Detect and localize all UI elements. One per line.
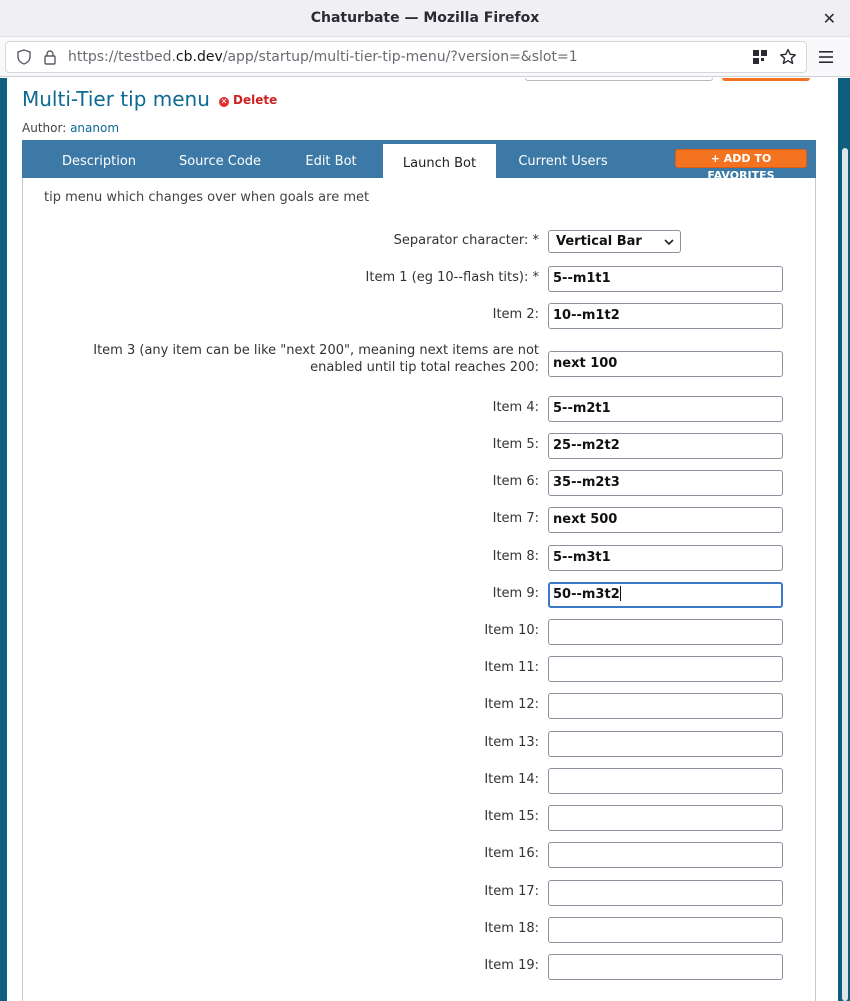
delete-link[interactable]: ✕ Delete <box>219 93 277 107</box>
tab-launch-bot[interactable]: Launch Bot <box>383 144 496 178</box>
lock-icon[interactable] <box>42 49 58 65</box>
delete-icon: ✕ <box>219 97 229 107</box>
item-4-input[interactable]: 5--m2t1 <box>548 396 783 422</box>
header-button-edge[interactable] <box>722 78 810 81</box>
item-11-label: Item 11: <box>484 660 539 675</box>
item-1-value: 5--m1t1 <box>553 271 611 286</box>
item-7-value: next 500 <box>553 512 618 527</box>
url-prefix: https://testbed. <box>68 49 176 65</box>
header-search-field-edge[interactable] <box>525 78 713 81</box>
launch-bot-form: tip menu which changes over when goals a… <box>22 178 816 1001</box>
separator-select[interactable]: Vertical Bar <box>548 230 681 253</box>
separator-value: Vertical Bar <box>556 234 642 249</box>
item-3-value: next 100 <box>553 356 618 371</box>
item-13-input[interactable] <box>548 731 783 757</box>
item-13-label: Item 13: <box>484 735 539 750</box>
item-16-input[interactable] <box>548 842 783 868</box>
item-10-input[interactable] <box>548 619 783 645</box>
item-8-value: 5--m3t1 <box>553 550 611 565</box>
item-1-label: Item 1 (eg 10--flash tits): * <box>365 270 539 285</box>
item-2-value: 10--m1t2 <box>553 308 620 323</box>
url-host: cb.dev <box>175 49 223 65</box>
item-19-input[interactable] <box>548 954 783 980</box>
author-line: Author: ananom <box>22 121 119 135</box>
item-4-value: 5--m2t1 <box>553 401 611 416</box>
separator-label: Separator character: * <box>393 233 539 248</box>
item-12-label: Item 12: <box>484 697 539 712</box>
item-18-label: Item 18: <box>484 921 539 936</box>
item-10-label: Item 10: <box>484 623 539 638</box>
add-to-favorites-button[interactable]: + ADD TO FAVORITES <box>675 149 807 182</box>
item-9-input[interactable]: 50--m3t2 <box>548 582 783 608</box>
item-14-label: Item 14: <box>484 772 539 787</box>
page-viewport: Multi-Tier tip menu ✕ Delete Author: anan… <box>0 78 850 1001</box>
item-5-input[interactable]: 25--m2t2 <box>548 433 783 459</box>
item-6-value: 35--m2t3 <box>553 475 620 490</box>
tab-edit-bot[interactable]: Edit Bot <box>286 140 376 178</box>
page-title: Multi-Tier tip menu <box>22 87 210 111</box>
author-label: Author: <box>22 121 67 135</box>
item-9-value: 50--m3t2 <box>553 587 620 602</box>
extensions-grid-icon[interactable] <box>752 49 768 65</box>
url-bar[interactable]: https://testbed.cb.dev/app/startup/multi… <box>5 41 807 73</box>
item-16-label: Item 16: <box>484 846 539 861</box>
navigation-bar: https://testbed.cb.dev/app/startup/multi… <box>0 37 850 77</box>
tab-current-users[interactable]: Current Users <box>506 140 620 178</box>
bot-description: tip menu which changes over when goals a… <box>44 190 370 205</box>
item-4-label: Item 4: <box>492 400 539 415</box>
tab-source-code[interactable]: Source Code <box>164 140 276 178</box>
item-17-label: Item 17: <box>484 884 539 899</box>
item-12-input[interactable] <box>548 693 783 719</box>
item-5-value: 25--m2t2 <box>553 438 620 453</box>
tab-description[interactable]: Description <box>44 140 154 178</box>
tab-bar: Description Source Code Edit Bot Launch … <box>22 140 816 182</box>
text-caret <box>619 586 621 601</box>
url-text[interactable]: https://testbed.cb.dev/app/startup/multi… <box>68 42 578 72</box>
shield-icon[interactable] <box>16 49 32 65</box>
item-2-label: Item 2: <box>492 307 539 322</box>
item-15-label: Item 15: <box>484 809 539 824</box>
item-8-input[interactable]: 5--m3t1 <box>548 545 783 571</box>
item-5-label: Item 5: <box>492 437 539 452</box>
item-7-label: Item 7: <box>492 511 539 526</box>
item-19-label: Item 19: <box>484 958 539 973</box>
item-18-input[interactable] <box>548 917 783 943</box>
page-scrollbar[interactable] <box>842 148 848 1001</box>
bookmark-star-icon[interactable] <box>779 48 797 66</box>
item-3-label: Item 3 (any item can be like "next 200",… <box>93 343 539 375</box>
delete-label: Delete <box>233 93 278 107</box>
item-17-input[interactable] <box>548 880 783 906</box>
window-titlebar: Chaturbate — Mozilla Firefox ✕ <box>0 0 850 37</box>
author-link[interactable]: ananom <box>70 121 119 135</box>
hamburger-menu-icon[interactable] <box>818 49 834 65</box>
window-title: Chaturbate — Mozilla Firefox <box>310 10 540 26</box>
item-6-label: Item 6: <box>492 474 539 489</box>
item-15-input[interactable] <box>548 805 783 831</box>
item-8-label: Item 8: <box>492 549 539 564</box>
close-icon[interactable]: ✕ <box>823 0 836 37</box>
chevron-down-icon <box>664 239 674 246</box>
item-6-input[interactable]: 35--m2t3 <box>548 470 783 496</box>
item-11-input[interactable] <box>548 656 783 682</box>
url-path: /app/startup/multi-tier-tip-menu/?versio… <box>222 49 578 65</box>
item-2-input[interactable]: 10--m1t2 <box>548 303 783 329</box>
item-1-input[interactable]: 5--m1t1 <box>548 266 783 292</box>
item-3-input[interactable]: next 100 <box>548 351 783 377</box>
item-7-input[interactable]: next 500 <box>548 507 783 533</box>
item-14-input[interactable] <box>548 768 783 794</box>
item-9-label: Item 9: <box>492 586 539 601</box>
